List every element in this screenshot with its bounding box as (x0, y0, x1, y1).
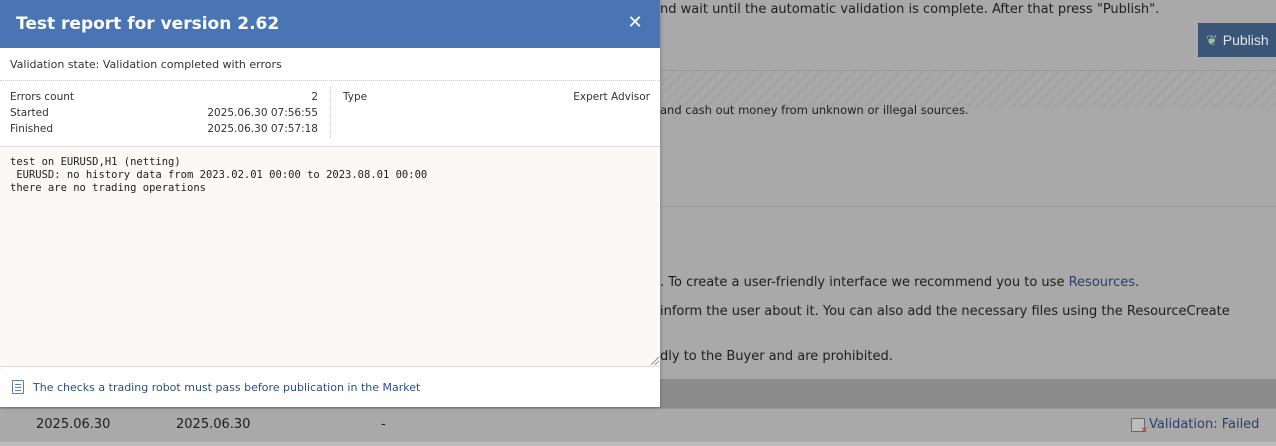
row-empty-value: - (381, 417, 386, 432)
type-row: Type Expert Advisor (343, 91, 650, 103)
leaf-icon: ❦ (1206, 31, 1218, 48)
resources-text-suffix: . (1134, 275, 1140, 290)
close-icon[interactable]: ✕ (626, 14, 644, 32)
validation-failed-icon (1131, 417, 1148, 436)
row-date-created: 2025.06.30 (36, 417, 111, 432)
test-log[interactable]: test on EURUSD,H1 (netting) EURUSD: no h… (0, 147, 660, 367)
validation-state: Validation state: Validation completed w… (0, 48, 660, 81)
started-label: Started (10, 107, 49, 119)
publish-button-label: Publish (1222, 32, 1269, 48)
info-divider (330, 87, 332, 139)
finished-row: Finished 2025.06.30 07:57:18 (10, 123, 318, 139)
finished-label: Finished (10, 123, 54, 135)
rules-text: and cash out money from unknown or illeg… (660, 103, 969, 117)
dialog-title: Test report for version 2.62 (16, 14, 280, 34)
test-log-text: test on EURUSD,H1 (netting) EURUSD: no h… (10, 156, 428, 194)
row-date-updated: 2025.06.30 (176, 417, 251, 432)
type-value: Expert Advisor (573, 91, 650, 103)
bottom-border (0, 442, 1276, 446)
errors-count-value: 2 (311, 91, 318, 103)
resources-text: . To create a user-friendly interface we… (660, 275, 1139, 290)
test-report-dialog: Test report for version 2.62 ✕ Validatio… (0, 0, 660, 407)
errors-count-label: Errors count (10, 91, 75, 103)
validation-status-link[interactable]: Validation: Failed (1131, 417, 1260, 436)
market-checks-link[interactable]: The checks a trading robot must pass bef… (33, 381, 420, 394)
dialog-footer: The checks a trading robot must pass bef… (0, 367, 660, 407)
resources-link[interactable]: Resources (1069, 275, 1135, 290)
publish-button[interactable]: ❦ Publish (1198, 23, 1276, 57)
report-info-left: Errors count 2 Started 2025.06.30 07:56:… (10, 91, 318, 139)
type-label: Type (343, 91, 368, 103)
striped-band (660, 71, 1276, 107)
divider (660, 206, 1276, 207)
report-info: Errors count 2 Started 2025.06.30 07:56:… (0, 81, 660, 147)
prohibited-text: dly to the Buyer and are prohibited. (660, 349, 893, 364)
finished-value: 2025.06.30 07:57:18 (207, 123, 318, 135)
validation-status-label: Validation: Failed (1149, 417, 1260, 432)
started-value: 2025.06.30 07:56:55 (207, 107, 318, 119)
resourcecreate-text: inform the user about it. You can also a… (660, 304, 1230, 319)
clipboard-icon (12, 380, 24, 394)
dialog-header: Test report for version 2.62 ✕ (0, 0, 660, 48)
errors-count-row: Errors count 2 (10, 91, 318, 107)
publish-instruction-text: nd wait until the automatic validation i… (660, 2, 1160, 17)
resources-text-prefix: . To create a user-friendly interface we… (660, 275, 1069, 290)
table-row: 2025.06.30 2025.06.30 - Validation: Fail… (0, 408, 1276, 443)
resize-grip-icon[interactable] (651, 357, 659, 365)
started-row: Started 2025.06.30 07:56:55 (10, 107, 318, 123)
